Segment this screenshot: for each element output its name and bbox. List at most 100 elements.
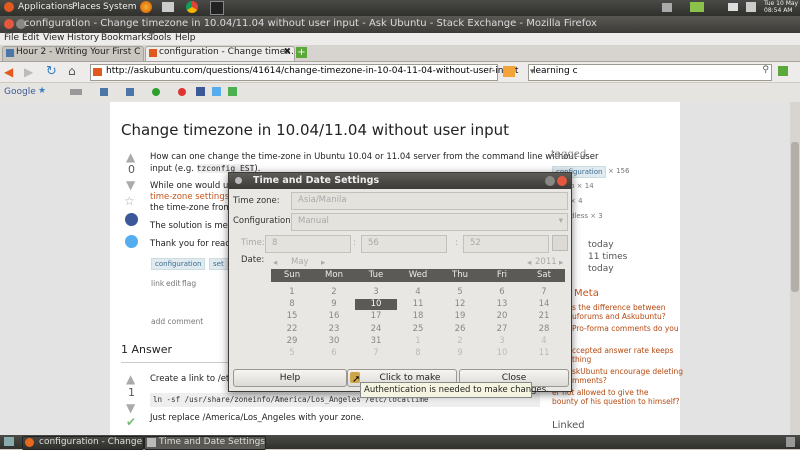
calendar-day[interactable]: 7 — [355, 348, 397, 359]
calendar-day[interactable]: 1 — [271, 287, 313, 298]
keyboard-icon[interactable] — [70, 89, 82, 95]
calendar-day[interactable]: 8 — [397, 348, 439, 359]
calendar-day[interactable]: 11 — [397, 299, 439, 310]
menu-history[interactable]: History — [67, 33, 99, 43]
show-desktop-icon[interactable] — [4, 437, 14, 446]
system-menu[interactable]: System — [103, 2, 137, 12]
calendar-day[interactable]: 28 — [523, 324, 565, 335]
prev-month-icon[interactable]: ◂ — [273, 258, 277, 268]
clock-time[interactable]: 08:54 AM — [764, 7, 792, 14]
search-icon[interactable]: ⚲ — [762, 65, 769, 75]
dialog-close-icon[interactable] — [557, 176, 567, 186]
site-identity-icon[interactable] — [93, 68, 102, 76]
tag-configuration[interactable]: configuration — [151, 258, 206, 270]
addon-icon[interactable] — [778, 66, 788, 76]
timezone-field[interactable]: Asia/Manila — [291, 192, 568, 210]
trash-icon[interactable] — [786, 437, 795, 447]
dialog-menu-icon[interactable] — [235, 177, 242, 184]
share-icon[interactable] — [228, 87, 237, 96]
calendar-day[interactable]: 19 — [439, 311, 481, 322]
meta-link[interactable]: mments? — [572, 376, 607, 385]
volume-icon[interactable] — [746, 2, 756, 12]
calendar-day[interactable]: 11 — [523, 348, 565, 359]
forward-icon[interactable]: ▶ — [24, 65, 33, 79]
meta-link[interactable]: s the difference between — [572, 303, 665, 312]
calendar-day[interactable]: 2 — [439, 336, 481, 347]
calendar-day[interactable]: 4 — [523, 336, 565, 347]
menu-bookmarks[interactable]: Bookmarks — [101, 33, 151, 43]
reload-icon[interactable]: ↻ — [46, 64, 57, 79]
hour-spinner[interactable]: 8 — [265, 235, 351, 253]
meta-link[interactable]: uforums and Askubuntu? — [572, 312, 666, 321]
question-title[interactable]: Change timezone in 10.04/11.04 without u… — [121, 121, 509, 139]
calendar-day[interactable]: 23 — [313, 324, 355, 335]
menu-file[interactable]: File — [4, 33, 19, 43]
calendar-day[interactable]: 3 — [481, 336, 523, 347]
edit-action[interactable]: edit — [166, 278, 180, 289]
calendar-day[interactable]: 17 — [355, 311, 397, 322]
set-time-icon[interactable] — [552, 235, 568, 251]
calendar-day[interactable]: 18 — [397, 311, 439, 322]
link-action[interactable]: link — [151, 278, 164, 289]
second-spinner[interactable]: 52 — [463, 235, 549, 253]
calendar-day[interactable]: 27 — [481, 324, 523, 335]
calendar-day[interactable]: 26 — [439, 324, 481, 335]
firefox-launcher-icon[interactable] — [140, 1, 152, 13]
menu-help[interactable]: Help — [175, 33, 196, 43]
calendar-day[interactable]: 6 — [313, 348, 355, 359]
meta-link[interactable]: skUbuntu encourage deleting — [572, 367, 683, 376]
calendar-day[interactable]: 5 — [271, 348, 313, 359]
meta-link[interactable]: ccepted answer rate keeps — [572, 346, 673, 355]
tag-set[interactable]: set — [209, 258, 228, 270]
meta-link[interactable]: bounty of his question to himself? — [552, 397, 679, 406]
calendar-day[interactable]: 21 — [523, 311, 565, 322]
search-bar[interactable]: ▾ learning c ⚲ — [528, 64, 772, 81]
wifi-icon[interactable] — [690, 2, 704, 12]
calendar-day[interactable]: 7 — [523, 287, 565, 298]
applications-menu[interactable]: Applications — [18, 2, 73, 12]
upvote-icon[interactable]: ▲ — [126, 150, 135, 164]
bookmark-star-icon[interactable]: ★ — [38, 86, 46, 96]
calendar-day[interactable]: 15 — [271, 311, 313, 322]
taskbar-item-firefox[interactable]: configuration - Change... — [22, 436, 144, 450]
next-year-icon[interactable]: ▸ — [559, 258, 563, 268]
dialog-minimize-icon[interactable] — [545, 176, 555, 186]
close-window-icon[interactable] — [4, 19, 14, 29]
calendar-day[interactable]: 4 — [397, 287, 439, 298]
calendar-day[interactable]: 1 — [397, 336, 439, 347]
status-icon[interactable] — [152, 88, 160, 96]
chrome-launcher-icon[interactable] — [186, 1, 198, 13]
home-icon[interactable]: ⌂ — [68, 64, 76, 78]
calendar-day[interactable]: 13 — [481, 299, 523, 310]
calendar-day[interactable]: 20 — [481, 311, 523, 322]
minute-spinner[interactable]: 56 — [361, 235, 447, 253]
calendar-day[interactable]: 2 — [313, 287, 355, 298]
question-body-link[interactable]: time-zone settings f — [150, 192, 235, 203]
calendar-day[interactable]: 9 — [313, 299, 355, 310]
configuration-select[interactable]: Manual ▾ — [291, 213, 568, 231]
back-icon[interactable]: ◀ — [4, 65, 13, 79]
dialog-titlebar[interactable]: Time and Date Settings — [229, 173, 571, 189]
menu-edit[interactable]: Edit — [22, 33, 39, 43]
help-button[interactable]: Help — [233, 369, 347, 387]
tool-icon[interactable] — [100, 88, 108, 96]
scrollbar-thumb[interactable] — [791, 142, 799, 292]
calendar-day[interactable]: 14 — [523, 299, 565, 310]
favorite-icon[interactable]: ☆ — [124, 194, 135, 208]
clock-date[interactable]: Tue 10 May — [764, 0, 798, 7]
status-icon[interactable] — [178, 88, 186, 96]
next-month-icon[interactable]: ▸ — [321, 258, 325, 268]
answer-upvote-icon[interactable]: ▲ — [126, 372, 135, 386]
taskbar-item-timedate[interactable]: Time and Date Settings — [144, 436, 266, 450]
places-menu[interactable]: Places — [72, 2, 101, 12]
calendar-day[interactable]: 22 — [271, 324, 313, 335]
facebook-icon[interactable] — [196, 87, 205, 96]
calendar-day[interactable]: 3 — [355, 287, 397, 298]
page-scrollbar[interactable] — [790, 102, 800, 435]
bookmark-star-icon[interactable]: ☆ — [487, 65, 495, 75]
meta-link[interactable]: Pro-forma comments do you — [572, 324, 679, 333]
calendar-day[interactable]: 25 — [397, 324, 439, 335]
url-bar[interactable]: http://askubuntu.com/questions/41614/cha… — [90, 64, 518, 81]
calendar-day[interactable]: 31 — [355, 336, 397, 347]
calendar-day[interactable]: 5 — [439, 287, 481, 298]
